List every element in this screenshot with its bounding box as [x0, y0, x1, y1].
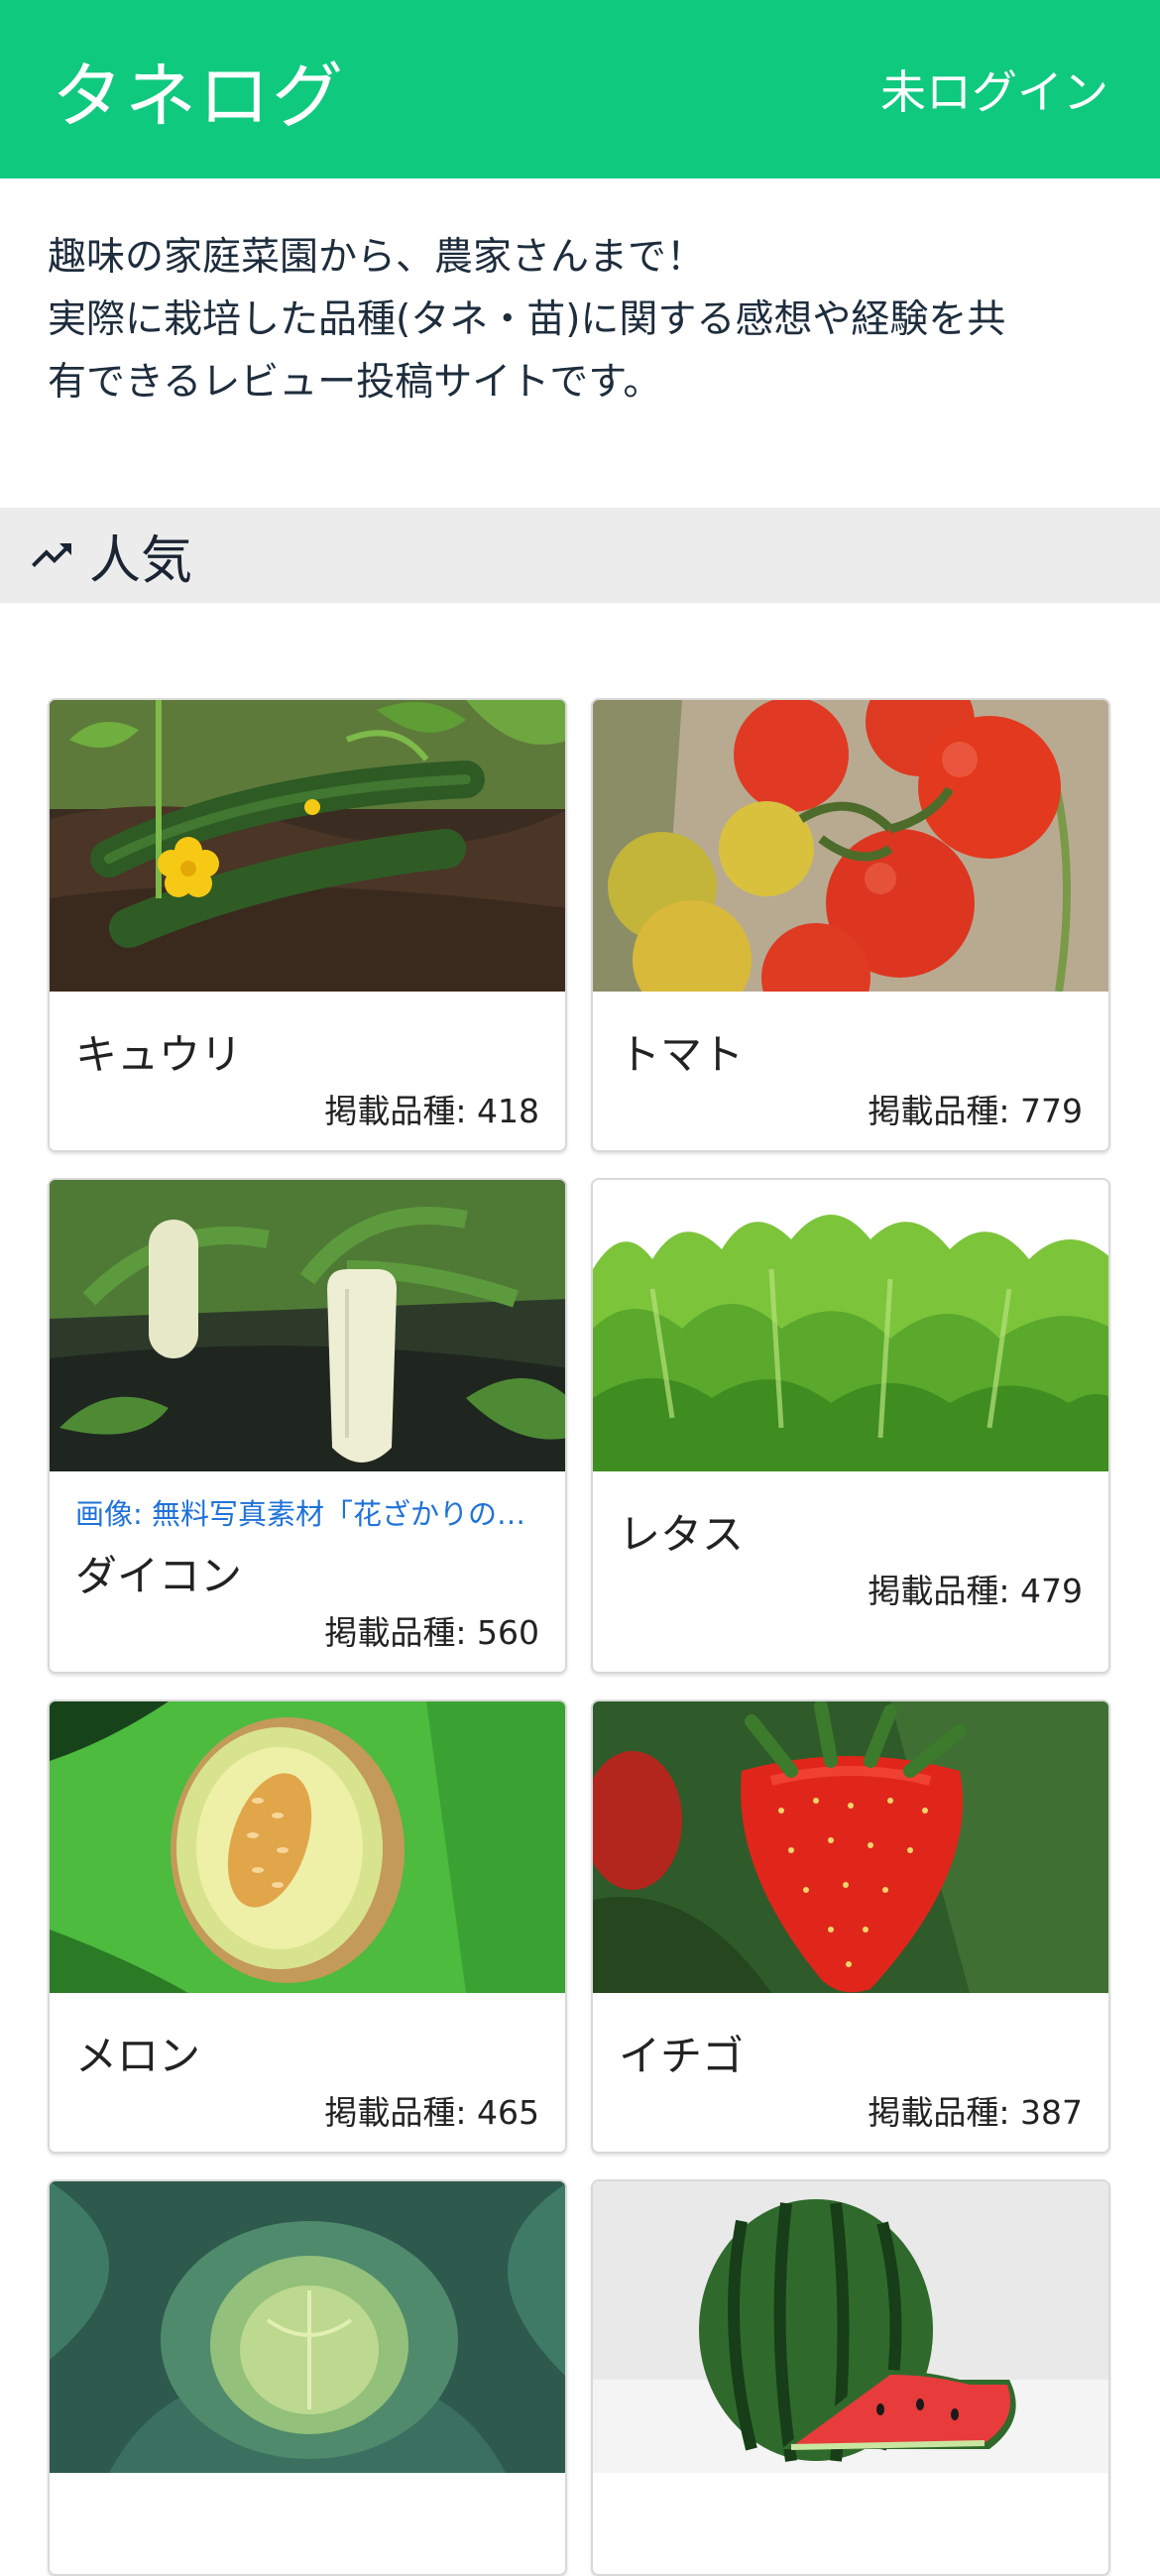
crop-image-daikon — [50, 1180, 565, 1471]
crop-image-lettuce — [593, 1180, 1108, 1471]
app-header: タネログ 未ログイン — [0, 0, 1160, 178]
crop-card-strawberry[interactable]: イチゴ 掲載品種: 387 — [591, 1699, 1110, 2154]
variety-count: 掲載品種: 418 — [324, 1092, 539, 1130]
crop-image-cabbage — [50, 2181, 565, 2473]
section-title: 人気 — [89, 530, 193, 591]
intro-line-1: 趣味の家庭菜園から、農家さんまで！ — [48, 235, 706, 280]
crop-image-melon — [50, 1701, 565, 1993]
crop-card-watermelon[interactable] — [591, 2179, 1110, 2576]
trending-up-icon — [32, 543, 71, 567]
crop-image-watermelon — [593, 2181, 1108, 2473]
crop-name: キュウリ — [75, 1030, 243, 1079]
variety-count: 掲載品種: 479 — [868, 1572, 1083, 1610]
intro-line-3: 有できるレビュー投稿サイトです。 — [48, 360, 662, 405]
crop-name: トマト — [619, 1030, 745, 1079]
crop-image-cucumber — [50, 700, 565, 992]
login-status-link[interactable]: 未ログイン — [880, 57, 1108, 122]
crop-name: ダイコン — [75, 1552, 243, 1600]
app-logo[interactable]: タネログ — [52, 38, 345, 142]
crop-name: イチゴ — [619, 2032, 745, 2080]
crop-image-tomato — [593, 700, 1108, 992]
variety-count: 掲載品種: 779 — [868, 1092, 1083, 1130]
crop-name: メロン — [75, 2032, 201, 2080]
variety-count: 掲載品種: 465 — [324, 2093, 539, 2132]
popular-section-header: 人気 — [0, 508, 1160, 603]
crop-card-cucumber[interactable]: キュウリ 掲載品種: 418 — [48, 698, 567, 1152]
image-credit-link[interactable]: 画像: 無料写真素材「花ざかりの… — [75, 1491, 541, 1533]
crop-name: レタス — [619, 1510, 745, 1559]
intro-line-2: 実際に栽培した品種(タネ・苗)に関する感想や経験を共 — [48, 297, 1006, 342]
variety-count: 掲載品種: 560 — [324, 1613, 539, 1652]
crop-card-melon[interactable]: メロン 掲載品種: 465 — [48, 1699, 567, 2154]
crop-card-lettuce[interactable]: レタス 掲載品種: 479 — [591, 1178, 1110, 1674]
site-description: 趣味の家庭菜園から、農家さんまで！ 実際に栽培した品種(タネ・苗)に関する感想や… — [48, 226, 1118, 413]
variety-count: 掲載品種: 387 — [868, 2093, 1083, 2132]
crop-card-tomato[interactable]: トマト 掲載品種: 779 — [591, 698, 1110, 1152]
crop-card-cabbage[interactable] — [48, 2179, 567, 2576]
crop-card-daikon[interactable]: 画像: 無料写真素材「花ざかりの… ダイコン 掲載品種: 560 — [48, 1178, 567, 1674]
crop-image-strawberry — [593, 1701, 1108, 1993]
